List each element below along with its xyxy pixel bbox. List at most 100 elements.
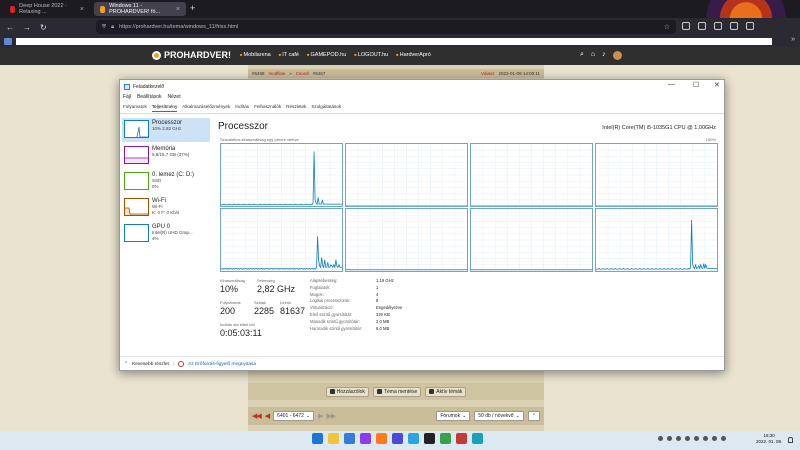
taskbar-app-icon[interactable]	[328, 433, 339, 444]
post-button[interactable]: Hozzászólok	[325, 386, 369, 397]
minimize-button[interactable]: —	[668, 81, 675, 88]
language-icon[interactable]	[694, 436, 699, 441]
site-link[interactable]: GAMEPOD.hu	[307, 52, 347, 58]
tab-performance[interactable]: Teljesítmény	[151, 104, 178, 112]
message-number[interactable]: #6468	[252, 71, 265, 76]
menu-file[interactable]: Fájl	[123, 94, 131, 100]
close-tab-icon[interactable]: ×	[176, 6, 180, 13]
home-icon[interactable]: ⌂	[591, 51, 595, 60]
bookmark-star-icon[interactable]: ☆	[664, 23, 670, 31]
clock[interactable]: 18:30 2022. 01. 08.	[756, 433, 782, 445]
active-topics-label: Aktív témák	[436, 388, 463, 395]
bookmarks-bar: »	[0, 36, 800, 47]
tab-app-history[interactable]: Alkalmazáselőzmények	[182, 104, 230, 112]
stat-value: 10%	[220, 284, 239, 294]
reply-to-number[interactable]: #6467	[313, 71, 326, 76]
tray-chevron-icon[interactable]	[658, 436, 663, 441]
wifi-icon[interactable]	[703, 436, 708, 441]
sidebar-item-cpu[interactable]: Processzor 10% 2,82 GHz	[122, 118, 210, 142]
bookmarks-strip	[16, 38, 772, 45]
lock-icon[interactable]: 🔒︎	[111, 24, 114, 31]
taskbar-app-icon[interactable]	[440, 433, 451, 444]
taskbar-app-icon[interactable]	[360, 433, 371, 444]
tab-users[interactable]: Felhasználók	[254, 104, 281, 112]
last-page-icon[interactable]: ▶▶	[326, 412, 336, 420]
sidebar-item-sub2: 4%	[152, 235, 159, 241]
reload-icon[interactable]: ↻	[40, 23, 47, 32]
browser-tab-prohardver[interactable]: Windows 11 - PROHARDVER! fó... ×	[94, 2, 186, 16]
taskbar-app-icon[interactable]	[392, 433, 403, 444]
notification-icon[interactable]	[788, 437, 793, 443]
url-text[interactable]: https://prohardver.hu/tema/windows_11/fr…	[119, 24, 238, 30]
save-topic-button[interactable]: Téma mentése	[372, 386, 422, 397]
maximize-button[interactable]: ☐	[693, 81, 699, 89]
first-page-icon[interactable]: ◀◀	[252, 412, 262, 420]
active-topics-button[interactable]: Aktív témák	[425, 386, 467, 397]
search-icon[interactable]: ⌕	[580, 51, 584, 60]
taskbar-app-icon[interactable]	[376, 433, 387, 444]
sidebar-item-sub2: 0%	[152, 183, 159, 189]
resource-monitor-link[interactable]: Az Erőforrás-figyelő megnyitása	[188, 362, 256, 367]
taskbar-app-icon[interactable]	[456, 433, 467, 444]
site-icons: ⌕ ⌂ ♪	[580, 51, 622, 60]
tab-services[interactable]: Szolgáltatások	[311, 104, 341, 112]
tab-startup[interactable]: Indítás	[235, 104, 249, 112]
chevron-up-icon[interactable]: ⌃	[124, 362, 128, 367]
site-link[interactable]: IT café	[279, 52, 299, 58]
bookmark-icon[interactable]	[4, 38, 12, 45]
menu-view[interactable]: Nézet	[168, 94, 181, 100]
site-nav: PROHARDVER! Mobilarena IT café GAMEPOD.h…	[0, 47, 800, 65]
fewer-details-link[interactable]: Kevesebb részlet	[132, 362, 169, 367]
stat-label: Sebesség	[257, 278, 275, 283]
bell-icon[interactable]: ♪	[602, 51, 606, 60]
reply-link[interactable]: Válasz	[481, 71, 495, 76]
tab-details[interactable]: Részletek	[286, 104, 306, 112]
window-titlebar[interactable]: Feladatkezelő	[120, 80, 724, 93]
site-logo[interactable]: PROHARDVER!	[152, 50, 231, 60]
chevron-icon[interactable]: »	[791, 36, 795, 43]
taskbar-app-icon[interactable]	[408, 433, 419, 444]
prev-page-icon[interactable]: ◀	[265, 412, 270, 420]
security-icon[interactable]	[685, 436, 690, 441]
site-link[interactable]: LOGOUT.hu	[354, 52, 388, 58]
forward-icon[interactable]: →	[23, 23, 31, 32]
forum-select[interactable]: Fórumok ⌄	[436, 411, 471, 421]
sort-select[interactable]: 50 db / növekvő ⌄	[474, 411, 524, 421]
detail-row: Magok: 4	[310, 292, 530, 299]
new-tab-button[interactable]: +	[190, 3, 195, 13]
library-icon[interactable]	[698, 22, 706, 30]
back-icon[interactable]: ←	[6, 23, 14, 32]
taskbar-app-icon[interactable]	[472, 433, 483, 444]
next-page-icon[interactable]: ▶	[318, 412, 323, 420]
sidebar-item-disk[interactable]: 0. lemez (C: D:) SSD 0%	[122, 170, 210, 194]
volume-icon[interactable]	[712, 436, 717, 441]
url-bar[interactable]: ⛨ 🔒︎ https://prohardver.hu/tema/windows_…	[96, 20, 676, 34]
menu-options[interactable]: Beállítások	[137, 94, 161, 100]
site-link[interactable]: Mobilarena	[240, 52, 271, 58]
extension-icon[interactable]	[730, 22, 738, 30]
shield-icon[interactable]: ⛨	[102, 24, 106, 31]
cloud-icon[interactable]	[676, 436, 681, 441]
message-recipient[interactable]: Csordi	[296, 71, 309, 76]
taskbar-app-icon[interactable]	[424, 433, 435, 444]
sidebar-item-memory[interactable]: Memória 5,8/15,7 GB (37%)	[122, 144, 210, 168]
sidebar-item-wifi[interactable]: Wi-Fi Wi-Fi K: 0 F: 0 Kb/s	[122, 196, 210, 220]
taskbar-app-icon[interactable]	[344, 433, 355, 444]
sidebar-item-gpu[interactable]: GPU 0 Intel(R) UHD Grap... 4%	[122, 222, 210, 246]
avatar[interactable]	[612, 51, 622, 60]
tab-processes[interactable]: Folyamatok	[123, 104, 147, 112]
battery-icon[interactable]	[721, 436, 726, 441]
pocket-icon[interactable]	[682, 22, 690, 30]
start-menu-icon[interactable]	[312, 433, 323, 444]
bluetooth-icon[interactable]	[667, 436, 672, 441]
menu-icon[interactable]	[746, 22, 754, 30]
core-graph	[595, 208, 718, 272]
close-button[interactable]: ✕	[714, 81, 720, 89]
close-tab-icon[interactable]: ×	[80, 6, 84, 13]
scroll-top-button[interactable]: ⌃	[527, 411, 540, 421]
browser-tab-youtube[interactable]: Deep House 2022 · Relaxing ... ×	[4, 2, 90, 16]
site-link[interactable]: HardverApró	[396, 52, 431, 58]
message-author[interactable]: modflow	[269, 71, 286, 76]
page-range-select[interactable]: 6401 - 6472 ⌄	[273, 411, 315, 421]
sidebar-icon[interactable]	[714, 22, 722, 30]
